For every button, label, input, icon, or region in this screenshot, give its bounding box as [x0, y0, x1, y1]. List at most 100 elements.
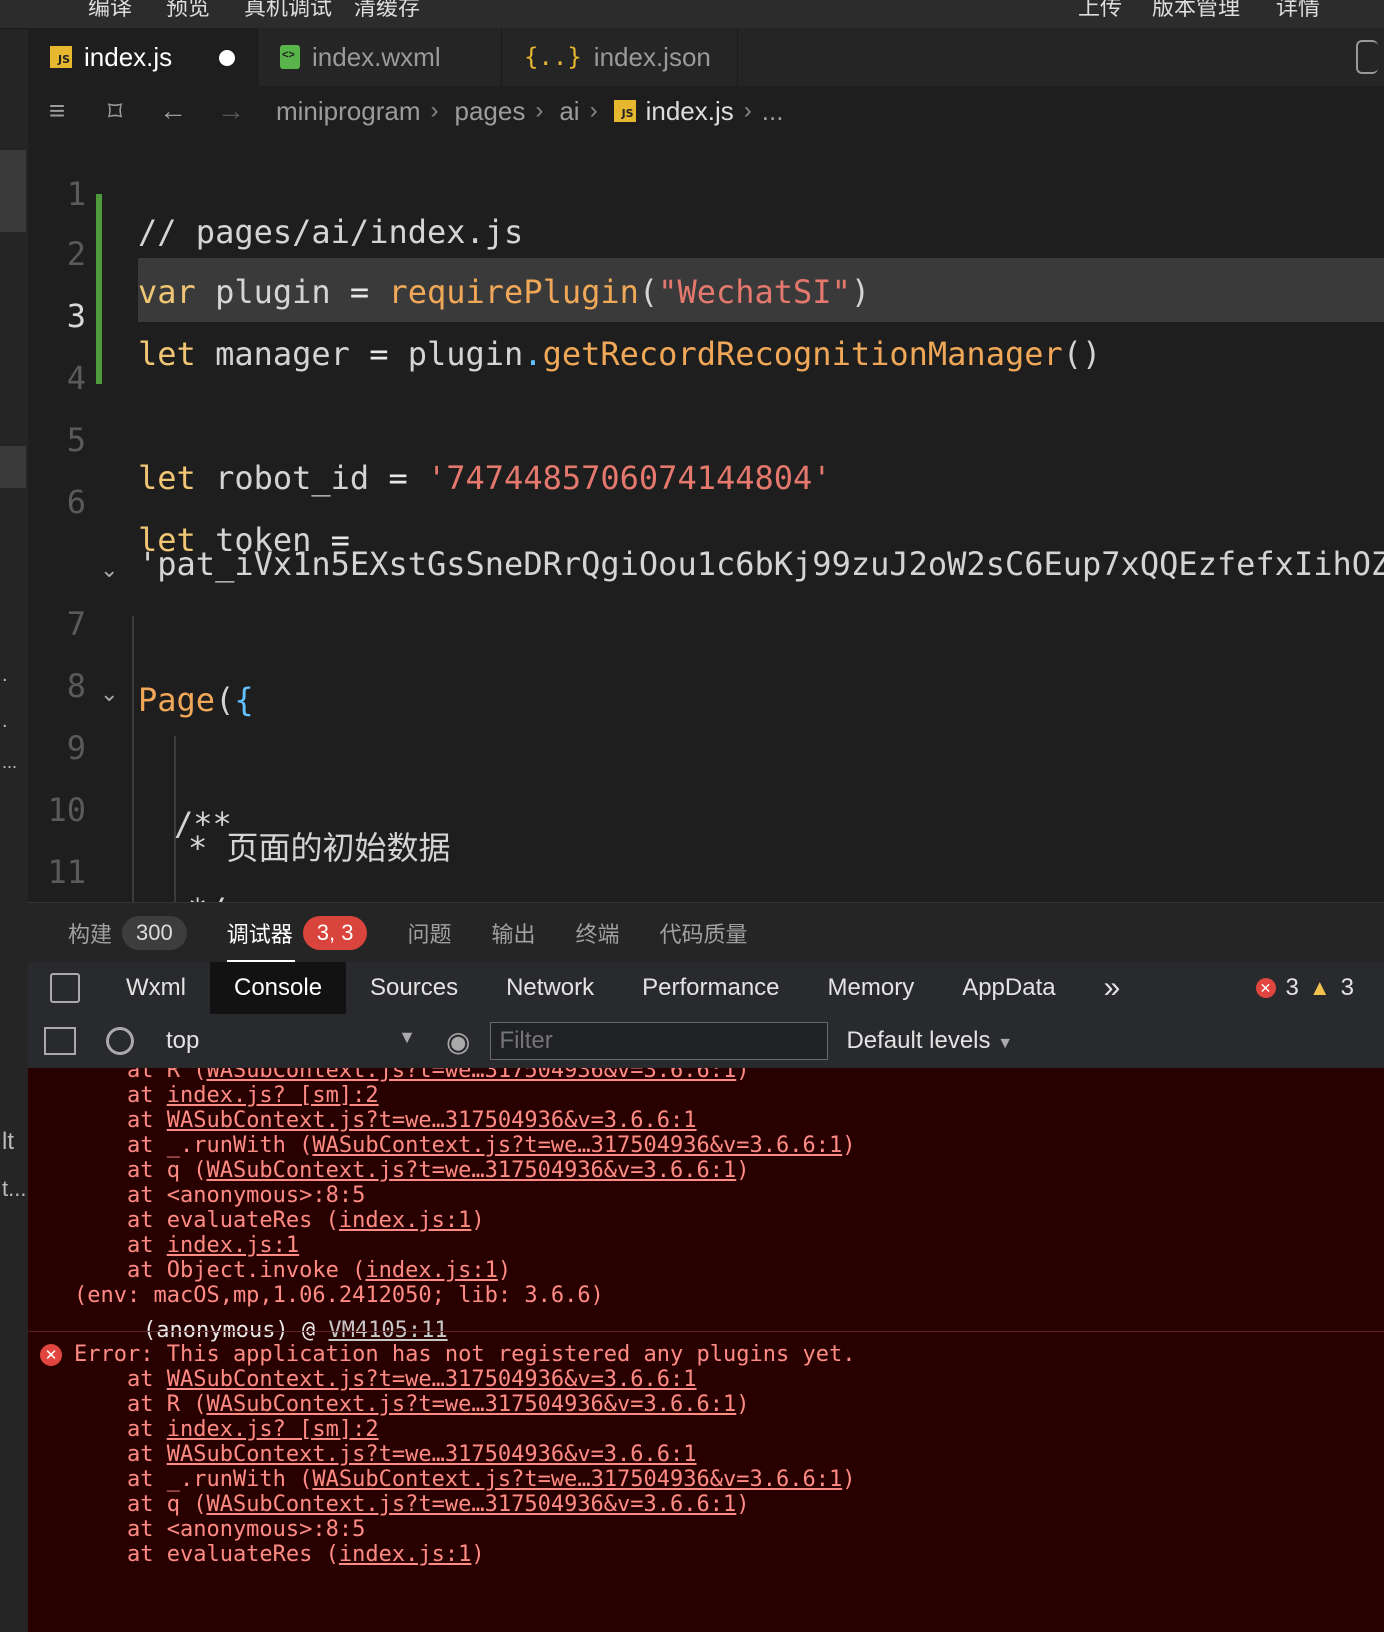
stack-frame: at <anonymous>:8:5 [74, 1517, 366, 1542]
tab-label: index.js [84, 41, 173, 72]
sidebar-fragment: . [2, 710, 8, 732]
code-line: 11 */ [47, 853, 226, 902]
json-file-icon: {..} [524, 43, 582, 71]
menu-details[interactable]: 详情 [1276, 0, 1320, 22]
tab-label: index.wxml [312, 41, 441, 72]
tab-wxml[interactable]: Wxml [102, 962, 210, 1014]
stack-frame: at R (WASubContext.js?t=we…317504936&v=3… [74, 1068, 750, 1084]
tab-index-json[interactable]: {..} index.json [502, 28, 738, 86]
breadcrumb-item[interactable]: ai › [559, 96, 597, 127]
code-line: 5 let robot_id = '7474485706074144804' [66, 421, 832, 497]
stack-frame-link[interactable]: index.js:1 [339, 1542, 471, 1567]
issue-counts[interactable]: ✕ 3 ▲ 3 [1255, 974, 1354, 1002]
code-line: 8 [66, 667, 86, 705]
stack-frame: at q (WASubContext.js?t=we…317504936&v=3… [74, 1492, 750, 1517]
context-selector[interactable]: top ▼ [166, 1027, 416, 1055]
tab-sources[interactable]: Sources [346, 962, 482, 1014]
tab-terminal[interactable]: 终端 [575, 903, 619, 963]
message-divider [28, 1331, 1384, 1332]
menu-device-debug[interactable]: 真机调试 [244, 0, 332, 22]
compare-icon[interactable] [1356, 40, 1378, 74]
tab-output[interactable]: 输出 [491, 903, 535, 963]
stack-frame: at WASubContext.js?t=we…317504936&v=3.6.… [74, 1367, 697, 1392]
panel-tabs: 构建 300 调试器 3, 3 问题 输出 终端 代码质量 [28, 902, 1384, 963]
clear-console-icon[interactable] [106, 1027, 134, 1055]
inspect-element-icon[interactable] [50, 973, 80, 1003]
stack-frame: at _.runWith (WASubContext.js?t=we…31750… [74, 1467, 856, 1492]
tab-console[interactable]: Console [209, 962, 347, 1014]
console-output[interactable]: at R (WASubContext.js?t=we…317504936&v=3… [28, 1068, 1384, 1632]
code-line: 4 [66, 359, 86, 397]
stack-frame-link[interactable]: index.js? [sm]:2 [167, 1417, 379, 1442]
debugger-count-badge: 3, 3 [302, 916, 368, 950]
menu-upload[interactable]: 上传 [1078, 0, 1122, 22]
code-line: 10 * 页面的初始数据 [47, 791, 451, 867]
stack-frame-link[interactable]: index.js:1 [365, 1258, 497, 1283]
menu-clear-cache[interactable]: 清缓存 [354, 0, 420, 22]
tab-index-wxml[interactable]: index.wxml [258, 28, 502, 86]
stack-frame: at WASubContext.js?t=we…317504936&v=3.6.… [74, 1108, 697, 1133]
filter-input[interactable] [490, 1022, 829, 1060]
stack-frame-link[interactable]: index.js:1 [167, 1233, 299, 1258]
tab-code-quality[interactable]: 代码质量 [660, 903, 748, 963]
stack-frame: at index.js:1 [74, 1233, 300, 1258]
stack-frame-link[interactable]: WASubContext.js?t=we…317504936&v=3.6.6:1 [167, 1442, 697, 1467]
log-levels-dropdown[interactable]: Default levels ▼ [846, 1027, 1013, 1055]
tab-network[interactable]: Network [482, 962, 618, 1014]
error-icon: ✕ [1255, 978, 1276, 998]
tab-performance[interactable]: Performance [618, 962, 803, 1014]
sidebar-fragment: . [2, 664, 8, 686]
sidebar-block [0, 150, 26, 232]
menu-compile[interactable]: 编译 [88, 0, 132, 22]
stack-frame-link[interactable]: WASubContext.js?t=we…317504936&v=3.6.6:1 [206, 1392, 736, 1417]
stack-frame: at q (WASubContext.js?t=we…317504936&v=3… [74, 1158, 750, 1183]
breadcrumb-file[interactable]: JS index.js ›... [613, 96, 783, 127]
bookmark-icon[interactable]: ⌑ [86, 95, 144, 128]
back-arrow-icon[interactable]: ← [144, 95, 202, 127]
tab-build[interactable]: 构建 300 [68, 903, 187, 963]
breadcrumb-item[interactable]: pages › [455, 96, 544, 127]
stack-frame: at Object.invoke (index.js:1) [74, 1258, 512, 1283]
sidebar-fragment: lt [2, 1128, 14, 1155]
forward-arrow-icon[interactable]: → [202, 95, 260, 127]
stack-frame-link[interactable]: index.js:1 [339, 1208, 471, 1233]
tab-appdata[interactable]: AppData [938, 962, 1079, 1014]
stack-frame: at _.runWith (WASubContext.js?t=we…31750… [74, 1133, 856, 1158]
stack-frame-link[interactable]: index.js? [sm]:2 [167, 1083, 379, 1108]
tab-problems[interactable]: 问题 [407, 903, 451, 963]
fold-chevron-icon[interactable]: ⌄ [100, 558, 118, 583]
sidebar-toggle-icon[interactable] [44, 1027, 76, 1055]
tab-debugger[interactable]: 调试器 3, 3 [226, 903, 368, 963]
tab-index-js[interactable]: JS index.js [28, 28, 258, 86]
error-count: 3 [1285, 974, 1299, 1001]
stack-frame-link[interactable]: WASubContext.js?t=we…317504936&v=3.6.6:1 [206, 1492, 736, 1517]
warning-icon: ▲ [1308, 975, 1331, 1000]
stack-frame: at index.js? [sm]:2 [74, 1083, 379, 1108]
stack-frame-link[interactable]: WASubContext.js?t=we…317504936&v=3.6.6:1 [206, 1068, 736, 1083]
stack-frame-link[interactable]: WASubContext.js?t=we…317504936&v=3.6.6:1 [312, 1467, 842, 1492]
devtools-toolbar: Wxml Console Sources Network Performance… [28, 962, 1384, 1015]
dropdown-arrow-icon: ▼ [997, 1035, 1014, 1052]
wxml-file-icon [280, 45, 300, 69]
menu-version[interactable]: 版本管理 [1152, 0, 1240, 22]
eye-icon[interactable]: ◉ [446, 1025, 470, 1058]
breadcrumb: ≡ ⌑ ← → miniprogram › pages › ai › JS index.… [28, 86, 1384, 136]
breadcrumb-item[interactable]: miniprogram › [276, 96, 439, 127]
fold-chevron-icon[interactable]: ⌄ [100, 682, 118, 707]
stack-frame-link[interactable]: WASubContext.js?t=we…317504936&v=3.6.6:1 [167, 1367, 697, 1392]
js-file-icon: JS [613, 100, 636, 122]
code-line: 9 ⌄ /** [66, 682, 232, 843]
stack-frame-link[interactable]: WASubContext.js?t=we…317504936&v=3.6.6:1 [206, 1158, 736, 1183]
stack-frame-link[interactable]: WASubContext.js?t=we…317504936&v=3.6.6:1 [312, 1133, 842, 1158]
top-menubar: 编译 预览 真机调试 清缓存 上传 版本管理 详情 [0, 0, 1384, 29]
stack-frame-link[interactable]: WASubContext.js?t=we…317504936&v=3.6.6:1 [167, 1108, 697, 1133]
outline-list-icon[interactable]: ≡ [28, 95, 86, 127]
sidebar-fragment: t... [2, 1176, 27, 1201]
more-tabs-icon[interactable]: » [1080, 962, 1145, 1014]
code-editor[interactable]: 1 // pages/ai/index.js 2 var plugin = re… [28, 136, 1384, 902]
code-line: 1 // pages/ai/index.js [66, 175, 524, 251]
menu-preview[interactable]: 预览 [166, 0, 210, 22]
unsaved-dot-icon[interactable] [219, 50, 235, 66]
stack-frame: at evaluateRes (index.js:1) [74, 1208, 485, 1233]
tab-memory[interactable]: Memory [804, 962, 939, 1014]
